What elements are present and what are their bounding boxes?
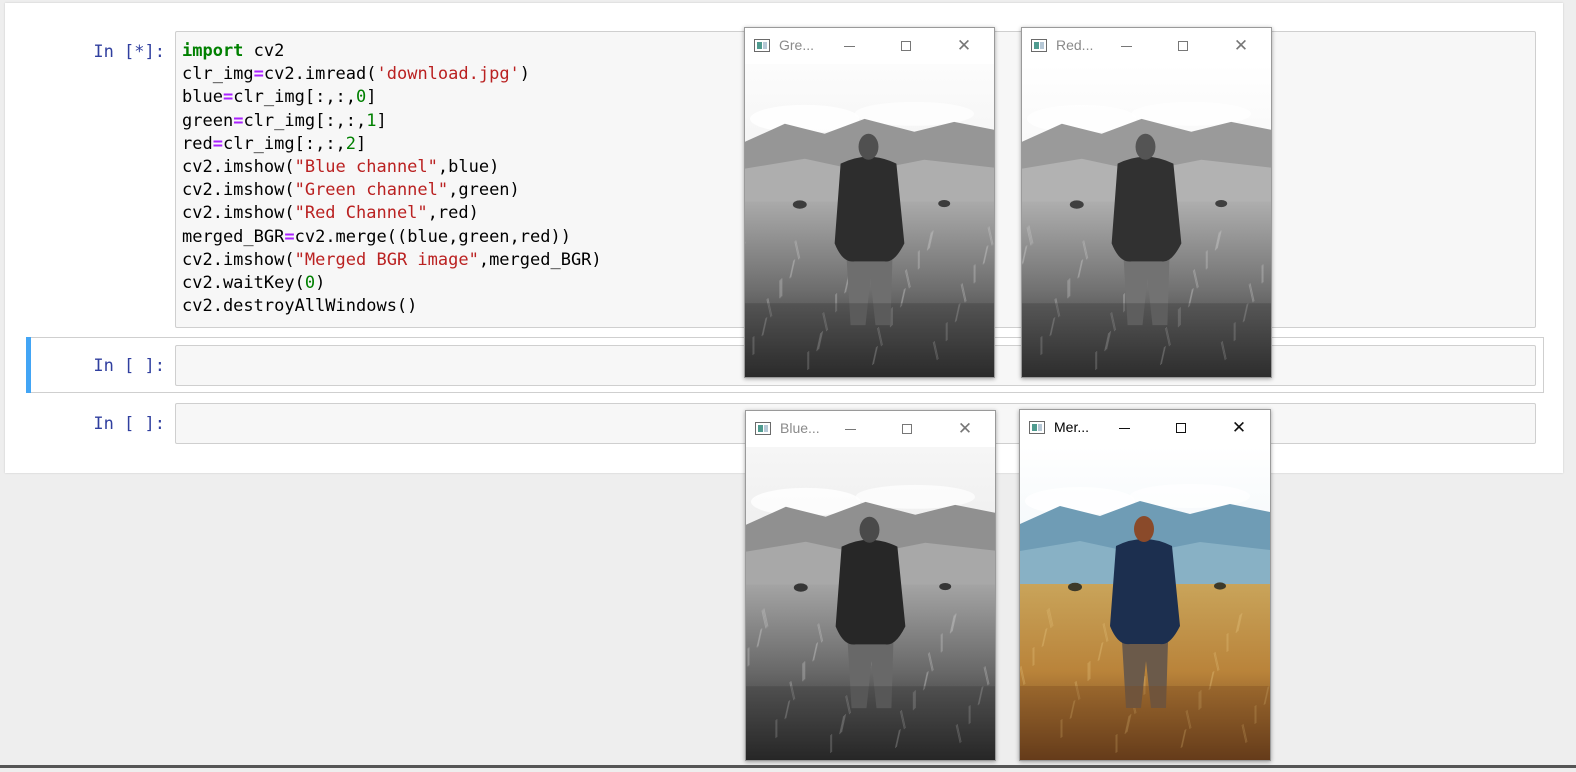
channel-image — [745, 64, 994, 377]
minimize-button[interactable] — [1101, 410, 1147, 446]
code-token: ,blue) — [437, 157, 500, 178]
close-button[interactable]: ✕ — [1218, 28, 1264, 64]
code-token: merged_BGR — [182, 226, 285, 247]
code-token: 'download.jpg' — [376, 64, 520, 85]
code-token: cv2.destroyAllWindows() — [182, 296, 418, 317]
code-token: ] — [376, 110, 387, 131]
code-token: cv2.imshow( — [182, 203, 295, 224]
close-button[interactable]: ✕ — [1216, 410, 1262, 446]
code-token: cv2.merge((blue,green,red)) — [294, 226, 571, 247]
maximize-button[interactable] — [1160, 28, 1206, 64]
code-token: ] — [366, 87, 377, 108]
code-token: "Merged BGR image" — [294, 249, 479, 270]
window-title: Gre... — [779, 37, 815, 53]
maximize-icon — [1178, 41, 1188, 51]
app-window-icon — [1031, 39, 1047, 52]
code-token: cv2.waitKey( — [182, 273, 305, 294]
merged-color-image — [1020, 446, 1270, 760]
code-token: = — [253, 64, 264, 85]
close-button[interactable]: ✕ — [941, 28, 987, 64]
code-token: import — [182, 41, 244, 61]
image-window-red[interactable]: Red... ✕ — [1021, 27, 1272, 378]
code-token: blue — [182, 87, 223, 108]
code-token: cv2 — [243, 41, 285, 61]
window-title: Red... — [1056, 37, 1094, 53]
code-token: 2 — [345, 133, 357, 154]
window-title: Blue... — [780, 420, 820, 436]
close-button[interactable]: ✕ — [942, 411, 988, 447]
code-token: ) — [519, 64, 531, 85]
window-titlebar[interactable]: Mer... ✕ — [1020, 410, 1270, 446]
minimize-button[interactable] — [1103, 28, 1149, 64]
code-token: ,green) — [448, 180, 520, 201]
window-titlebar[interactable]: Gre... ✕ — [745, 28, 994, 64]
code-token: cv2.imshow( — [182, 249, 295, 270]
code-token: ,red) — [427, 203, 479, 224]
image-window-blue[interactable]: Blue... ✕ — [745, 410, 996, 761]
code-token: red — [182, 133, 213, 154]
maximize-icon — [902, 424, 912, 434]
minimize-icon — [844, 428, 856, 430]
code-token: = — [212, 133, 223, 154]
minimize-icon — [843, 45, 855, 47]
cell-prompt: In [ ]: — [93, 356, 165, 376]
minimize-icon — [1120, 45, 1132, 47]
cell-prompt: In [ ]: — [93, 414, 165, 434]
minimize-icon — [1118, 427, 1130, 429]
close-icon: ✕ — [957, 418, 973, 439]
code-token: "Red Channel" — [294, 203, 428, 224]
code-token: 1 — [366, 110, 377, 131]
maximize-button[interactable] — [884, 411, 930, 447]
channel-image — [1022, 64, 1271, 377]
code-token: = — [222, 87, 234, 108]
window-titlebar[interactable]: Blue... ✕ — [746, 411, 995, 447]
app-window-icon — [754, 39, 770, 52]
image-window-green[interactable]: Gre... ✕ — [744, 27, 995, 378]
close-icon: ✕ — [1231, 417, 1247, 438]
code-token: ] — [356, 133, 367, 154]
close-icon: ✕ — [1233, 35, 1249, 56]
code-token: ,merged_BGR) — [478, 249, 602, 270]
app-window-icon — [755, 422, 771, 435]
cell-prompt: In [*]: — [93, 42, 165, 62]
maximize-icon — [1176, 423, 1186, 433]
code-token: green — [182, 110, 234, 131]
window-titlebar[interactable]: Red... ✕ — [1022, 28, 1271, 64]
code-token: ) — [315, 273, 326, 294]
minimize-button[interactable] — [827, 411, 873, 447]
code-token: "Blue channel" — [294, 157, 438, 178]
code-token: cv2.imread( — [263, 64, 377, 85]
window-title: Mer... — [1054, 419, 1090, 435]
code-token: clr_img[:,:, — [243, 110, 367, 131]
maximize-button[interactable] — [883, 28, 929, 64]
code-token: 0 — [304, 273, 316, 294]
channel-image — [746, 447, 995, 760]
code-token: clr_img[:,:, — [233, 87, 357, 108]
code-token: cv2.imshow( — [182, 157, 295, 178]
code-token: = — [233, 110, 244, 131]
minimize-button[interactable] — [826, 28, 872, 64]
close-icon: ✕ — [956, 35, 972, 56]
code-token: cv2.imshow( — [182, 180, 295, 201]
code-token: = — [284, 226, 295, 247]
code-token: clr_img[:,:, — [222, 133, 346, 154]
code-token: "Green channel" — [294, 180, 449, 201]
code-token: 0 — [356, 87, 367, 108]
taskbar-edge — [0, 765, 1576, 768]
app-window-icon — [1029, 421, 1045, 434]
maximize-icon — [901, 41, 911, 51]
maximize-button[interactable] — [1158, 410, 1204, 446]
image-window-merged[interactable]: Mer... ✕ — [1019, 409, 1271, 761]
code-token: clr_img — [182, 64, 254, 85]
